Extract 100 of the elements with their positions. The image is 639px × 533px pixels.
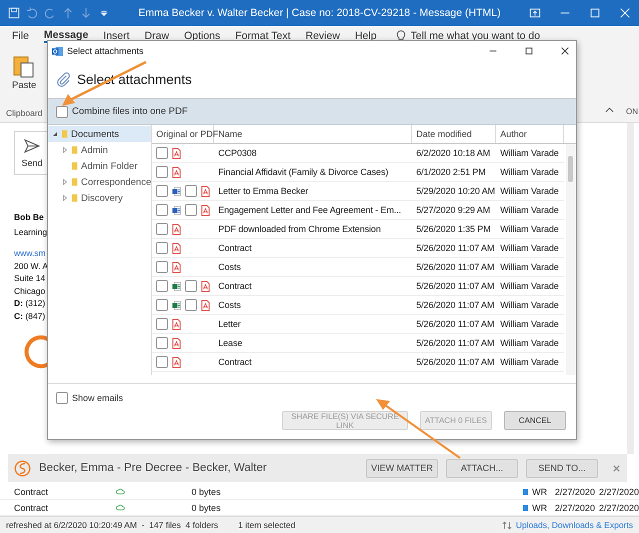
caret-icon[interactable] [62,147,68,153]
word-file-icon [172,204,182,216]
dialog-button[interactable]: CANCEL [504,411,566,430]
menu-tab[interactable]: Format Text [235,30,290,42]
file-name-cell-text: PDF downloaded from Chrome Extension [217,224,382,234]
pdf-file-icon [172,356,182,368]
matter-button[interactable]: ATTACH... [446,458,518,478]
folder-tree-item[interactable]: Documents [48,126,152,142]
redo-icon[interactable] [44,7,56,19]
date-cell-text: 5/26/2020 11:07 AM [415,300,496,310]
checkbox[interactable] [156,318,168,330]
website-link[interactable]: www.sm [14,247,46,260]
file-name-cell-text: Letter to Emma Becker [217,186,310,196]
pdf-file-icon [172,262,182,272]
date-cell-text: 5/26/2020 11:07 AM [415,262,496,272]
checkbox[interactable] [185,280,198,292]
matter-button[interactable]: VIEW MATTER [366,458,438,478]
scrollbar[interactable] [566,144,576,375]
author-cell-text: William Varade [499,319,560,329]
file-name-cell-text: CCP0308 [217,148,258,158]
menu-tab[interactable]: Review [306,30,340,42]
checkbox[interactable] [156,280,168,292]
created-date: 2/27/2020 [554,486,595,496]
caret-icon[interactable] [62,195,68,201]
checkbox[interactable] [156,261,168,273]
date-cell-text: 5/26/2020 1:35 PM [415,224,492,234]
clipboard-icon [13,54,36,78]
address-line: Chicago [14,284,46,297]
down-arrow-icon[interactable] [80,7,92,19]
uploads-link[interactable]: Uploads, Downloads & Exports [516,520,633,530]
phone-number: C: (847) [14,310,46,322]
excel-file-icon [172,300,182,310]
checkbox[interactable] [156,242,168,254]
author-cell-text: William Varade [499,243,560,253]
folder-tree-item[interactable]: Correspondence [58,174,152,190]
file-name-cell-text: Engagement Letter and Fee Agreement - Em... [217,205,402,215]
file-name-cell-text: Costs [217,300,242,310]
caret-icon[interactable] [62,179,68,185]
collapse-ribbon-icon[interactable] [605,107,614,113]
menu-tab[interactable]: File [12,30,29,42]
author-cell-text: William Varade [499,300,560,310]
modified-date: 2/27/2020 [598,486,639,496]
date-cell-text: 5/26/2020 11:07 AM [415,319,496,329]
author-cell-text: William Varade [499,205,560,215]
file-name-cell-text: Lease [217,338,244,348]
file-name-cell-text: Contract [217,243,252,253]
checkbox[interactable] [156,299,168,311]
folder-tree-item[interactable]: Admin [58,142,152,158]
column-header[interactable]: Date modified [412,125,496,143]
tell-me-search-field[interactable]: Tell me what you want to do [410,30,581,42]
scrollbar[interactable] [627,123,634,454]
checkbox[interactable] [56,392,68,404]
address-line: Suite 14 [14,272,46,284]
menu-tab[interactable]: Options [184,30,220,42]
menu-tab[interactable]: Help [354,30,377,42]
paperclip-icon [56,72,71,87]
pdf-file-icon [201,300,210,310]
matter-button[interactable]: SEND TO... [526,458,598,478]
pdf-file-icon [172,224,182,234]
undo-icon[interactable] [26,7,38,19]
date-cell-text: 5/26/2020 11:07 AM [415,338,496,348]
checkbox[interactable] [156,356,168,368]
author-cell-text: William Varade [499,167,560,177]
checkbox[interactable] [56,106,68,118]
checkbox[interactable] [185,204,198,216]
checkbox[interactable] [185,299,198,311]
checkbox[interactable] [156,185,168,197]
paste-button[interactable]: Paste [6,54,42,91]
menu-tab[interactable]: Draw [144,30,170,42]
folder-tree-item[interactable]: Discovery [58,190,152,206]
caret-icon[interactable] [52,131,58,137]
ribbon-display-icon[interactable] [529,7,541,19]
created-date: 2/27/2020 [554,502,595,512]
phone-number: D: (312) [14,297,46,310]
column-header[interactable]: Author [496,125,564,143]
logo-icon [14,460,31,476]
file-name: Contract [13,486,50,496]
checkbox[interactable] [156,204,168,216]
up-arrow-icon[interactable] [62,7,74,19]
date-cell-text: 5/29/2020 10:20 AM [415,186,496,196]
pdf-file-icon [172,338,182,348]
menu-tab[interactable]: Insert [103,30,130,42]
maximize-icon[interactable] [524,46,534,56]
close-icon[interactable] [560,46,570,56]
app-icon [52,46,63,56]
pdf-file-icon [172,166,182,178]
save-icon[interactable] [8,7,20,19]
folder-tree-item[interactable]: Admin Folder [58,158,152,174]
checkbox[interactable] [185,185,198,197]
signature-name: Bob Be [14,211,44,224]
transfer-arrows-icon [502,520,512,530]
word-file-icon [172,186,182,196]
pdf-file-icon [172,318,182,330]
checkbox[interactable] [156,166,168,178]
checkbox[interactable] [156,223,168,235]
pdf-file-icon [172,148,182,158]
date-cell-text: 5/26/2020 11:07 AM [415,357,496,367]
author-cell-text: William Varade [499,357,560,367]
checkbox[interactable] [156,337,168,349]
checkbox[interactable] [156,147,168,159]
